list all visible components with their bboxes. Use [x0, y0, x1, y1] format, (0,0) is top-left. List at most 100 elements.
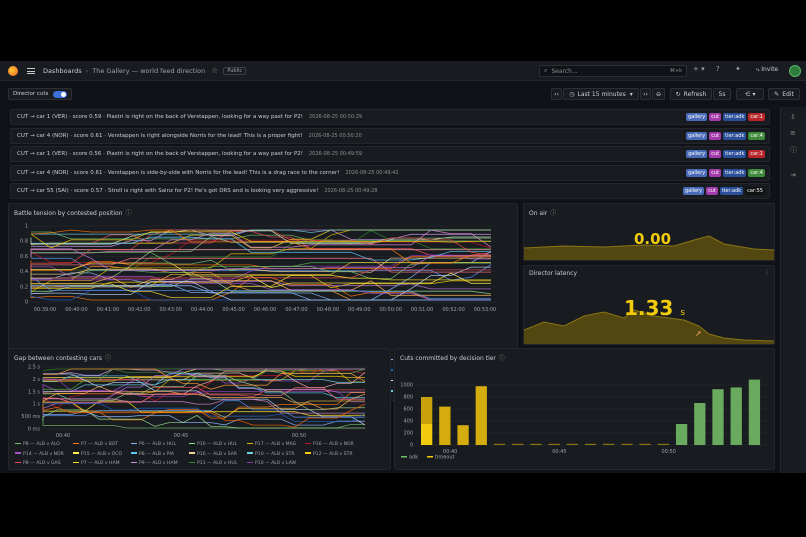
legend-item[interactable]: P10 — ALB v STR: [247, 452, 295, 457]
legend-label: P6 — ALB v HUL: [139, 442, 177, 447]
cut-row[interactable]: CUT → car 55 (SAI) · score 0.57 · Stroll…: [10, 183, 770, 199]
add-icon[interactable]: + ▾: [693, 65, 705, 73]
panel-menu-icon[interactable]: ⋮: [764, 269, 770, 276]
tag-badge[interactable]: tier:adk: [719, 187, 744, 195]
public-badge: Public: [223, 66, 247, 75]
tag-badge[interactable]: cut: [709, 113, 722, 121]
time-back-button[interactable]: ‹‹: [551, 88, 562, 100]
tag-badge[interactable]: cut: [709, 131, 722, 140]
director-cuts-toggle[interactable]: Director cuts: [8, 88, 73, 100]
tag-badge[interactable]: tier:adk: [723, 131, 747, 140]
edit-button[interactable]: ✎ Edit: [768, 88, 800, 100]
y-tick-label: 0.6: [20, 254, 28, 260]
avatar[interactable]: [789, 65, 801, 77]
time-forward-button[interactable]: ››: [640, 88, 651, 100]
info-icon[interactable]: ⓘ: [790, 145, 797, 155]
breadcrumb-separator-icon: ›: [85, 66, 89, 75]
tag-badge[interactable]: car:4: [748, 168, 765, 177]
tag-badge[interactable]: tier:adk: [723, 113, 747, 121]
legend-item[interactable]: P15 — ALB v OCO: [73, 452, 122, 457]
edit-label: Edit: [782, 90, 794, 98]
tag-badge[interactable]: cut: [709, 168, 722, 177]
legend-item[interactable]: P10 — ALO v LAW: [247, 461, 296, 466]
invite-label: Invite: [761, 66, 779, 73]
legend-item[interactable]: P8 — ALO v GAS: [15, 461, 61, 466]
series-line: [31, 280, 491, 290]
toggle-switch[interactable]: [53, 90, 68, 98]
tag-badge[interactable]: tier:adk: [723, 150, 747, 158]
whats-new-icon[interactable]: ✦: [735, 65, 741, 73]
bar-timeout: [457, 425, 469, 445]
tag-badge[interactable]: tier:adk: [723, 168, 747, 177]
menu-icon[interactable]: [27, 67, 35, 74]
info-icon[interactable]: ⓘ: [550, 210, 556, 217]
share-button[interactable]: ⋲ ▾: [736, 88, 764, 100]
legend-label: P8 — ALB v PIA: [139, 451, 174, 457]
legend-item[interactable]: P17 — ALB v MAG: [247, 442, 296, 447]
tag-badge[interactable]: car:1: [748, 113, 765, 121]
breadcrumb-dashboards[interactable]: Dashboards: [43, 67, 82, 75]
legend-item[interactable]: P14 — ALB v NOR: [15, 452, 64, 457]
search-placeholder: Search...: [551, 67, 578, 75]
tag-badge[interactable]: car:55: [745, 187, 765, 195]
legend-item[interactable]: P6 — ALB v HUL: [131, 442, 176, 447]
cut-row[interactable]: CUT → car 4 (NOR) · score 0.61 · Verstap…: [10, 127, 770, 144]
legend-item[interactable]: P7 — ALB v BOT: [73, 442, 118, 447]
invite-button[interactable]: ⤷ Invite: [756, 66, 778, 74]
star-icon[interactable]: ☆: [211, 66, 218, 75]
bar-timeout: [603, 443, 615, 445]
breadcrumb-dashboard-title[interactable]: The Gallery — world feed direction: [92, 67, 205, 75]
panel-title: Director latency: [529, 270, 577, 277]
info-icon[interactable]: ⓘ: [126, 210, 132, 217]
cut-row[interactable]: CUT → car 1 (VER) · score 0.59 · Piastri…: [10, 109, 770, 125]
dock-icon[interactable]: ⇥: [790, 171, 796, 179]
tag-badge[interactable]: gallery: [686, 113, 708, 121]
legend-swatch: [247, 452, 253, 454]
legend-swatch: [15, 461, 21, 464]
bar-timeout: [621, 443, 633, 445]
legend-item[interactable]: P16 — ALB v NOR: [305, 442, 354, 447]
x-tick-label: 00:50: [292, 433, 306, 437]
legend-swatch: [305, 452, 311, 454]
tag-badge[interactable]: cut: [709, 150, 722, 158]
tag-badge[interactable]: gallery: [682, 187, 705, 195]
grafana-logo-icon[interactable]: [8, 65, 18, 76]
legend-item[interactable]: P7 — ALO v HAM: [73, 461, 120, 466]
gap-panel: Gap between contesting cars ⓘ 0 ms 500 ms 1…: [8, 348, 391, 470]
outline-icon[interactable]: ≡: [790, 129, 796, 137]
tag-badge[interactable]: gallery: [686, 168, 708, 177]
zoom-out-button[interactable]: ⊖: [652, 88, 665, 100]
cut-row[interactable]: CUT → car 1 (VER) · score 0.56 · Piastri…: [10, 146, 770, 162]
export-icon[interactable]: ⇩: [790, 113, 796, 121]
legend-label: timeout: [435, 455, 455, 461]
cuts-tier-chart: 0200400600800100000:40 00:45 00:50adk timeo…: [400, 379, 767, 461]
tag-badge[interactable]: cut: [706, 187, 718, 195]
tag-badge[interactable]: car:4: [748, 131, 765, 140]
bar-adk: [748, 379, 761, 445]
legend-label: P14 — ALB v NOR: [23, 451, 64, 457]
cut-row[interactable]: CUT → car 4 (NOR) · score 0.61 · Verstap…: [10, 164, 770, 181]
legend-item[interactable]: P11 — ALO v HUL: [189, 461, 237, 466]
help-icon[interactable]: ?: [716, 65, 720, 73]
legend-item[interactable]: P16 — ALB v SAR: [189, 452, 237, 457]
series-line: [43, 368, 365, 393]
legend-item[interactable]: P16 — ALB v HUL: [189, 442, 237, 447]
cut-text: CUT → car 4 (NOR) · score 0.61 · Verstap…: [17, 169, 340, 176]
legend-label: P8 — ALB v ALO: [23, 442, 60, 447]
legend-label: P10 — ALO v LAW: [255, 461, 297, 466]
tag-badge[interactable]: gallery: [686, 150, 708, 158]
tag-badge[interactable]: car:1: [748, 150, 765, 158]
legend-item[interactable]: P8 — ALB v PIA: [131, 452, 174, 457]
time-range-picker[interactable]: ◷ Last 15 minutes ▾: [563, 88, 639, 100]
legend-label: P8 — ALO v GAS: [23, 461, 61, 466]
battle-title: Battle tension by contested position: [14, 210, 123, 217]
refresh-interval-picker[interactable]: 5s: [713, 88, 731, 100]
legend-item[interactable]: P8 — ALB v ALO: [15, 442, 60, 447]
legend-item[interactable]: P12 — ALB v STR: [305, 452, 353, 457]
tag-badge[interactable]: gallery: [686, 131, 708, 140]
legend-swatch: [247, 461, 253, 464]
refresh-button[interactable]: ↻ Refresh: [670, 88, 712, 100]
legend-item[interactable]: P9 — ALO v HAM: [131, 461, 178, 466]
search-input[interactable]: ⌕ Search... ⌘+k: [539, 65, 687, 77]
edit-icon: ✎: [774, 90, 780, 98]
